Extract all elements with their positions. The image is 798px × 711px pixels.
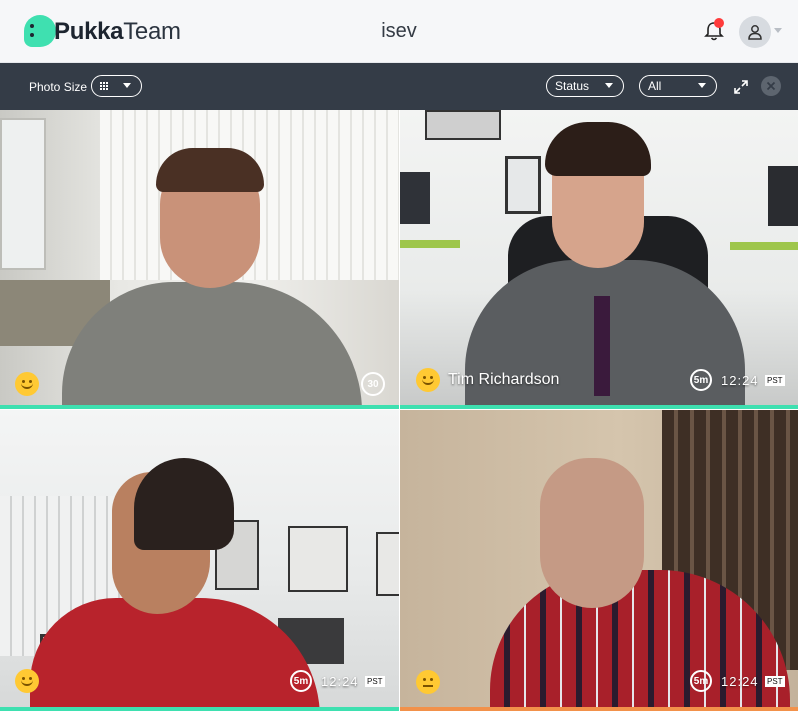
app-header: PukkaTeam isev — [0, 0, 798, 63]
status-bar — [0, 707, 399, 711]
photo-size-dropdown[interactable] — [91, 75, 142, 97]
person-face — [540, 458, 644, 608]
chevron-down-icon — [605, 83, 613, 88]
user-icon — [748, 25, 762, 40]
close-button[interactable] — [761, 76, 781, 96]
smiley-icon[interactable] — [416, 368, 440, 392]
close-icon — [766, 81, 776, 91]
local-time: 12:24 — [721, 373, 759, 388]
timer-value: 5m — [693, 374, 709, 386]
status-bar — [400, 405, 798, 409]
chevron-down-icon — [698, 83, 706, 88]
timezone-badge: PST — [765, 676, 785, 687]
smiley-icon[interactable] — [15, 669, 39, 693]
neutral-face-icon[interactable] — [416, 670, 440, 694]
team-title: isev — [381, 20, 417, 42]
timer-icon: 5m — [690, 369, 712, 391]
timer-icon: 5m — [290, 670, 312, 692]
timer-value: 5m — [693, 675, 709, 687]
local-time: 12:24 — [721, 674, 759, 689]
status-dropdown-label: Status — [555, 79, 590, 93]
filter-dropdown[interactable]: All — [639, 75, 717, 97]
member-tile[interactable]: Tim Richardson 5m 12:24 PST — [400, 110, 798, 409]
filter-dropdown-label: All — [648, 79, 662, 93]
timezone-badge: PST — [765, 375, 785, 386]
member-tile[interactable]: 30 — [0, 110, 399, 409]
photo-size-label: Photo Size — [29, 80, 88, 94]
member-tile[interactable]: 5m 12:24 PST — [0, 410, 399, 711]
user-avatar[interactable] — [739, 16, 771, 48]
member-name: Tim Richardson — [448, 371, 560, 388]
chevron-down-icon — [123, 83, 131, 88]
expand-icon[interactable] — [734, 80, 748, 94]
member-tile[interactable]: 5m 12:24 PST — [400, 410, 798, 711]
timer-value: 30 — [367, 378, 379, 390]
status-bar — [0, 405, 399, 409]
user-menu-caret-icon[interactable] — [774, 28, 782, 33]
smiley-icon[interactable] — [15, 372, 39, 396]
notification-dot — [714, 18, 724, 28]
toolbar: Photo Size Status All — [0, 63, 798, 110]
timer-icon: 5m — [690, 670, 712, 692]
status-dropdown[interactable]: Status — [546, 75, 624, 97]
timer-value: 5m — [293, 675, 309, 687]
grid-icon — [100, 82, 109, 90]
local-time: 12:24 — [321, 674, 359, 689]
status-bar — [400, 707, 798, 711]
timezone-badge: PST — [365, 676, 385, 687]
timer-icon: 30 — [361, 372, 385, 396]
